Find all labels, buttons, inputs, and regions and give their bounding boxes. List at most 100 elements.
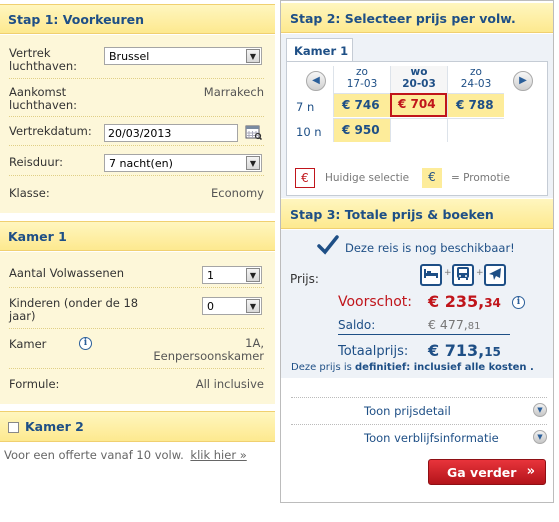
date-row: Vertrekdatum: 20/03/2013 bbox=[9, 117, 264, 146]
room1-title: Kamer 1 bbox=[8, 229, 67, 244]
offer-line: Voor een offerte vanaf 10 volw. klik hie… bbox=[4, 448, 247, 462]
date-col-2-date: 20-03 bbox=[402, 78, 436, 90]
row-label-10n: 10 n bbox=[296, 125, 322, 139]
stay-info-label: Toon verblijfsinformatie bbox=[364, 431, 499, 445]
departure-label: Vertrek luchthaven: bbox=[9, 46, 77, 73]
price-note: Deze prijs is definitief: inclusief alle… bbox=[291, 362, 534, 373]
room1-body: Aantal Volwassenen 1 ▼ Kinderen (onder d… bbox=[0, 252, 275, 404]
room2-checkbox[interactable] bbox=[8, 422, 19, 433]
deposit-amount: € 235,34 bbox=[428, 292, 501, 311]
total-cents: 15 bbox=[484, 345, 501, 359]
step1-body: Vertrek luchthaven: Brussel ▼ Aankomst l… bbox=[0, 35, 275, 213]
offer-text: Voor een offerte vanaf 10 volw. bbox=[4, 448, 184, 462]
offer-link[interactable]: klik hier » bbox=[190, 448, 246, 462]
formula-label: Formule: bbox=[9, 377, 60, 391]
price-grid: ◀ ▶ zo 17-03 wo 20-03 zo 24-03 7 n € 746… bbox=[286, 61, 548, 196]
date-column-3: zo 24-03 bbox=[447, 66, 504, 93]
arrival-row: Aankomst luchthaven: Marrakech bbox=[9, 79, 264, 117]
arrival-value: Marrakech bbox=[203, 85, 264, 99]
price-cell[interactable]: € 788 bbox=[447, 93, 504, 117]
legend-current-swatch: € bbox=[295, 168, 315, 188]
info-icon[interactable]: i bbox=[512, 296, 525, 309]
children-value: 0 bbox=[207, 300, 214, 313]
price-value: € 788 bbox=[456, 98, 494, 112]
adults-label: Aantal Volwassenen bbox=[9, 266, 124, 280]
children-row: Kinderen (onder de 18 jaar) 0 ▼ bbox=[9, 288, 264, 329]
price-value: € 950 bbox=[342, 123, 380, 137]
room-label: Kamer bbox=[9, 337, 47, 351]
step1-header: Stap 1: Voorkeuren bbox=[0, 4, 275, 34]
price-cell-empty bbox=[390, 118, 447, 142]
room2-header[interactable]: Kamer 2 bbox=[0, 411, 275, 442]
double-chevron-right-icon: » bbox=[526, 464, 535, 479]
step3-header: Stap 3: Totale prijs & boeken bbox=[281, 199, 553, 229]
plus-sign: + bbox=[476, 268, 484, 278]
date-col-2-day: wo bbox=[410, 66, 428, 78]
step1-title: Stap 1: Voorkeuren bbox=[8, 12, 144, 27]
duration-row: Reisduur: 7 nacht(en) ▼ bbox=[9, 146, 264, 176]
step3-title: Stap 3: Totale prijs & boeken bbox=[290, 207, 494, 222]
departure-select[interactable]: Brussel ▼ bbox=[104, 47, 262, 65]
chevron-down-icon: ▼ bbox=[246, 268, 260, 282]
room2-title: Kamer 2 bbox=[25, 419, 84, 434]
class-value: Economy bbox=[211, 186, 264, 200]
step2-title: Stap 2: Selecteer prijs per volw. bbox=[290, 11, 516, 26]
room-row: Kamer i 1A, Eenpersoonskamer bbox=[9, 329, 264, 369]
plus-sign: + bbox=[444, 268, 452, 278]
adults-select[interactable]: 1 ▼ bbox=[202, 266, 262, 284]
price-cell-selected[interactable]: € 704 bbox=[390, 93, 447, 117]
chevron-down-icon: ▼ bbox=[246, 49, 260, 63]
price-cell-empty bbox=[447, 118, 504, 142]
chevron-down-icon: ▼ bbox=[533, 430, 547, 444]
bus-icon bbox=[452, 264, 474, 286]
price-cell[interactable]: € 950 bbox=[333, 118, 390, 142]
legend-promo-swatch: € bbox=[422, 168, 442, 188]
children-select[interactable]: 0 ▼ bbox=[202, 297, 262, 315]
price-cell[interactable]: € 746 bbox=[333, 93, 390, 117]
class-label: Klasse: bbox=[9, 186, 50, 200]
date-col-3-date: 24-03 bbox=[460, 78, 492, 90]
legend-promo-label: = Promotie bbox=[451, 172, 510, 184]
stay-info-toggle[interactable]: Toon verblijfsinformatie ▼ bbox=[291, 424, 547, 450]
price-note-definitive: definitief bbox=[355, 362, 407, 373]
total-price-area: Deze reis is nog beschikbaar! Prijs: + +… bbox=[281, 230, 553, 378]
price-label: Prijs: bbox=[290, 272, 319, 286]
tab-room1[interactable]: Kamer 1 bbox=[286, 38, 353, 62]
adults-value: 1 bbox=[207, 269, 214, 282]
arrival-label: Aankomst luchthaven: bbox=[9, 85, 77, 112]
calendar-icon[interactable] bbox=[245, 124, 263, 141]
price-note-prefix: Deze prijs is bbox=[291, 362, 356, 373]
room1-header: Kamer 1 bbox=[0, 221, 275, 251]
next-dates-button[interactable]: ▶ bbox=[513, 71, 533, 91]
checkmark-icon bbox=[317, 235, 339, 258]
date-label: Vertrekdatum: bbox=[9, 124, 92, 138]
continue-button[interactable]: Ga verder » bbox=[428, 459, 546, 485]
plane-icon bbox=[484, 264, 506, 286]
duration-label: Reisduur: bbox=[9, 155, 64, 169]
right-column: Stap 2: Selecteer prijs per volw. Kamer … bbox=[280, 0, 554, 503]
continue-label: Ga verder bbox=[447, 465, 517, 480]
balance-label: Saldo: bbox=[338, 318, 376, 332]
balance-cents: 81 bbox=[467, 321, 481, 332]
departure-value: Brussel bbox=[109, 50, 150, 63]
class-row: Klasse: Economy bbox=[9, 176, 264, 206]
adults-row: Aantal Volwassenen 1 ▼ bbox=[9, 258, 264, 288]
tab-room1-label: Kamer 1 bbox=[294, 44, 349, 58]
price-detail-label: Toon prijsdetail bbox=[364, 404, 451, 418]
departure-row: Vertrek luchthaven: Brussel ▼ bbox=[9, 41, 264, 79]
row-label-7n: 7 n bbox=[296, 100, 315, 114]
chevron-down-icon: ▼ bbox=[246, 299, 260, 313]
formula-value: All inclusive bbox=[195, 377, 264, 391]
price-detail-toggle[interactable]: Toon prijsdetail ▼ bbox=[291, 397, 547, 423]
price-note-suffix: : inclusief alle kosten . bbox=[406, 362, 534, 373]
info-icon[interactable]: i bbox=[79, 337, 92, 350]
duration-select[interactable]: 7 nacht(en) ▼ bbox=[104, 154, 262, 172]
balance-amount: € 477,81 bbox=[428, 317, 481, 332]
date-column-2: wo 20-03 bbox=[390, 66, 447, 93]
date-col-1-day: zo bbox=[356, 66, 368, 78]
children-label: Kinderen (onder de 18 jaar) bbox=[9, 296, 139, 323]
prev-dates-button[interactable]: ◀ bbox=[306, 71, 326, 91]
price-grid-area: Kamer 1 ◀ ▶ zo 17-03 wo 20-03 zo 24-03 7… bbox=[281, 34, 553, 198]
departure-date-input[interactable]: 20/03/2013 bbox=[104, 124, 238, 142]
price-value: € 746 bbox=[342, 98, 380, 112]
